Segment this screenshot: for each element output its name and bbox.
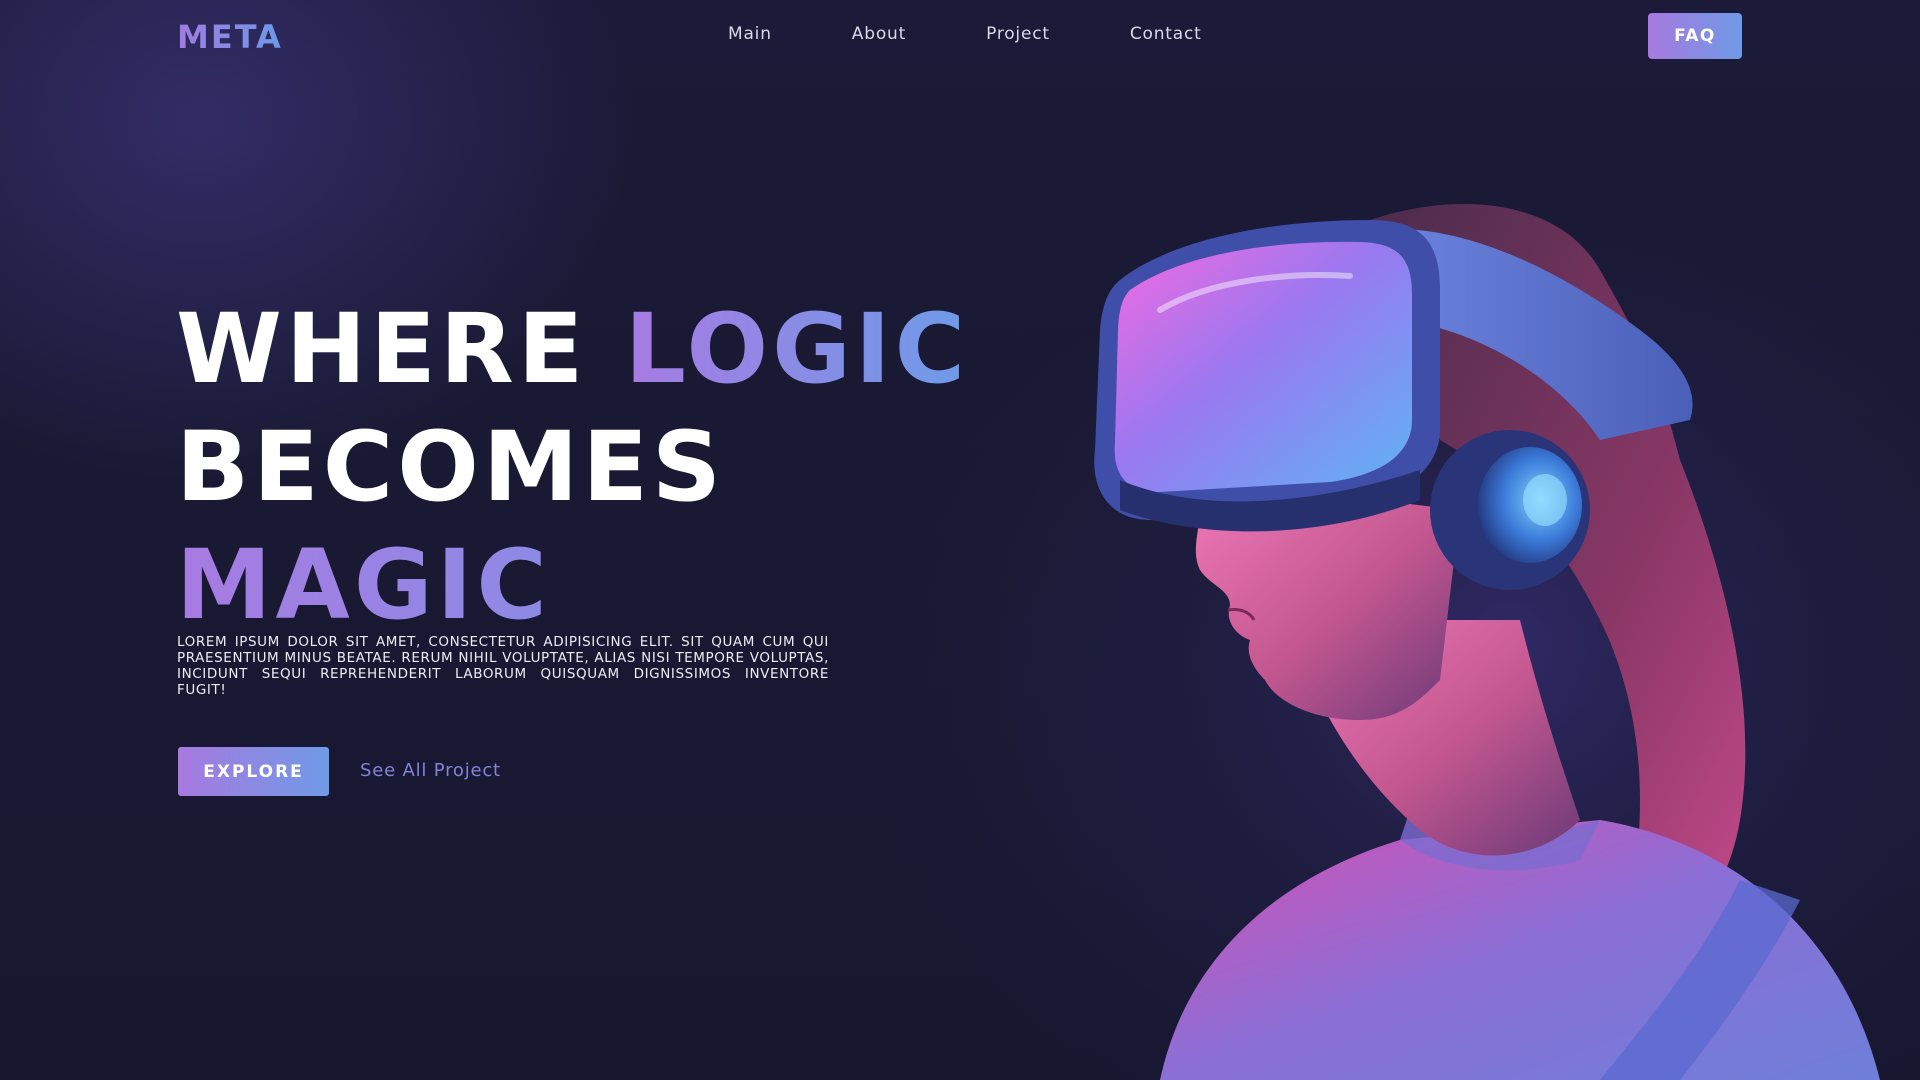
brand-logo[interactable]: META [177, 18, 283, 56]
headline-word-where: WHERE [176, 293, 588, 405]
nav-item-main[interactable]: Main [728, 24, 772, 44]
landing-page: META Main About Project Contact FAQ WHER… [0, 0, 1920, 1080]
headline-line-2: BECOMES [176, 411, 726, 523]
hero-image-vr-woman [1040, 180, 1920, 1080]
faq-button[interactable]: FAQ [1648, 13, 1742, 59]
main-nav: Main About Project Contact [728, 24, 1282, 44]
vr-woman-illustration [1090, 200, 1920, 1080]
hero-description: Lorem ipsum dolor sit amet, consectetur … [177, 634, 829, 698]
nav-item-project[interactable]: Project [986, 24, 1050, 44]
headline-line-1: WHERE LOGIC [176, 290, 969, 408]
nav-item-about[interactable]: About [852, 24, 906, 44]
hero-headline: WHERE LOGIC BECOMES MAGIC [176, 290, 969, 644]
headline-line-3: MAGIC [176, 526, 969, 644]
nav-item-contact[interactable]: Contact [1130, 24, 1202, 44]
see-all-project-link[interactable]: See All Project [360, 760, 501, 781]
headline-word-logic: LOGIC [624, 293, 970, 405]
explore-button[interactable]: EXPLORE [178, 747, 329, 796]
